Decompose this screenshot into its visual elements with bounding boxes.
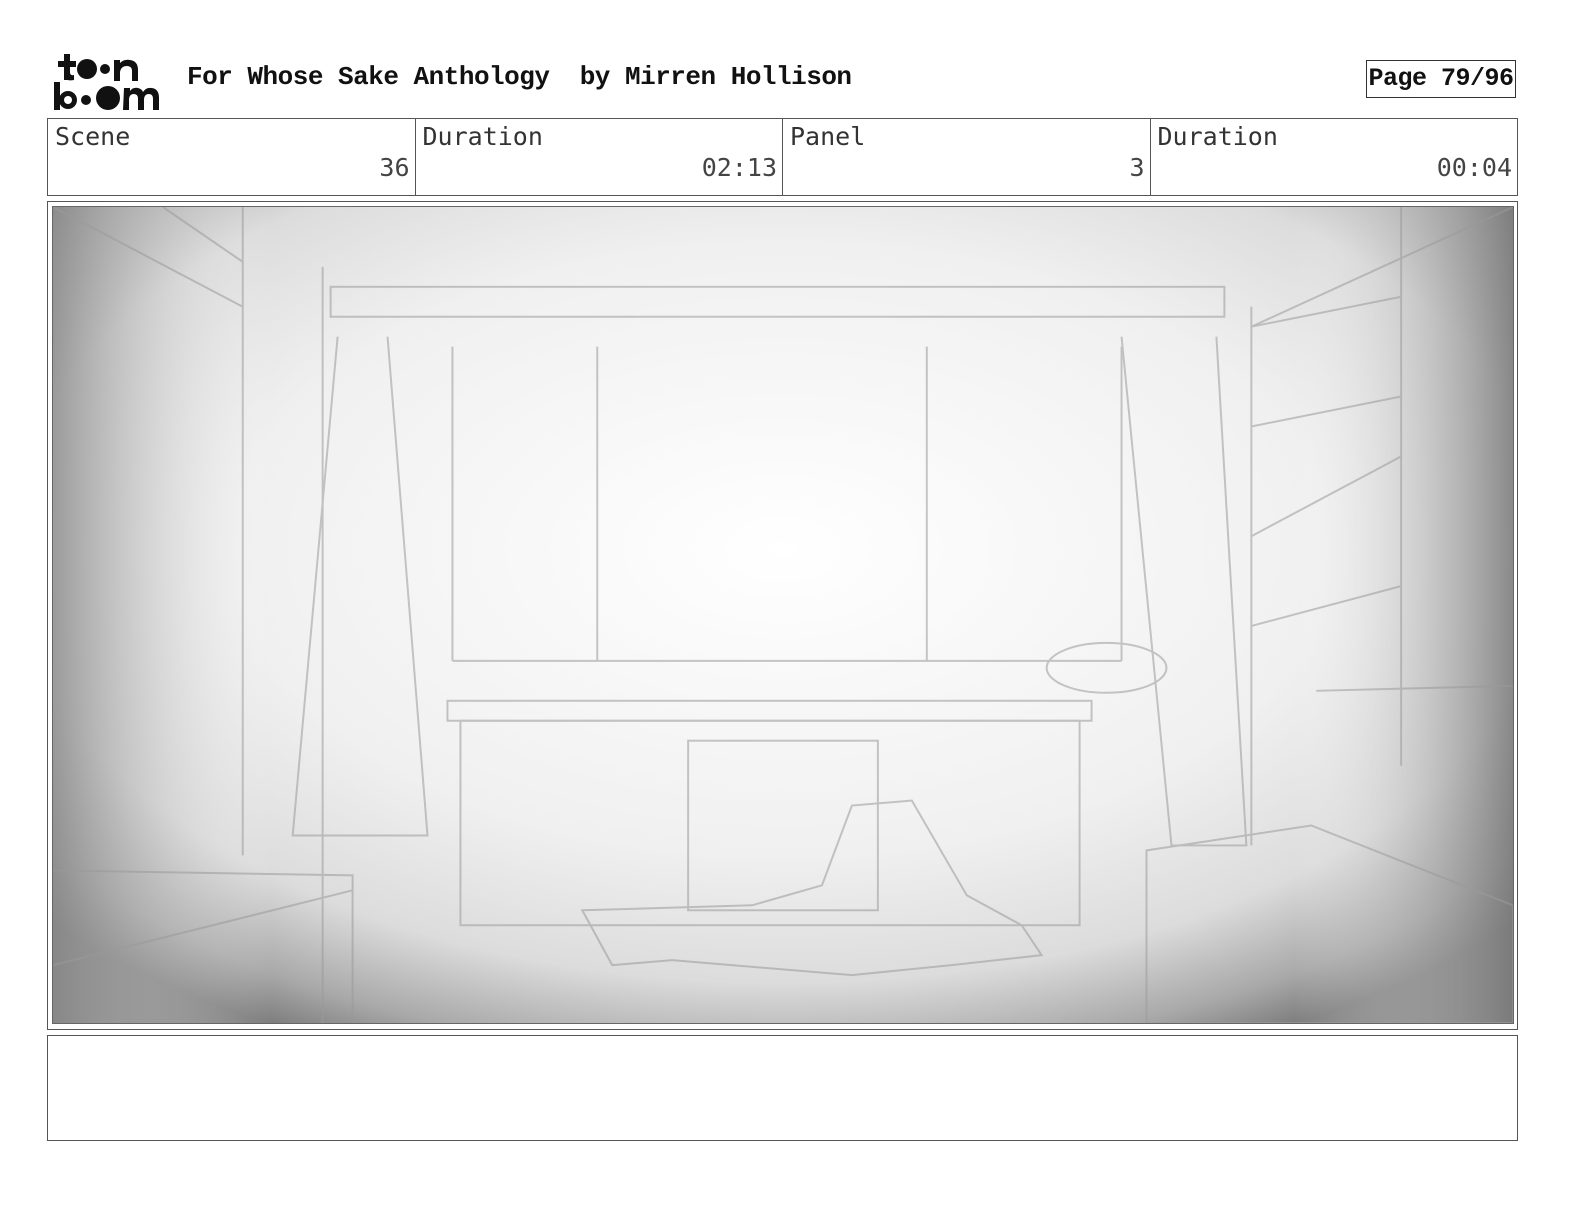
page-number: Page 79/96 (1366, 60, 1516, 98)
scene-duration-cell: Duration 02:13 (416, 119, 783, 195)
panel-value: 3 (1129, 153, 1145, 182)
panel-label: Panel (790, 122, 866, 151)
storyboard-panel-drawing (52, 206, 1514, 1024)
scene-duration-label: Duration (422, 122, 543, 151)
scene-value: 36 (379, 153, 410, 182)
project-title: For Whose Sake Anthology (187, 62, 550, 92)
panel-notes-area (47, 1035, 1518, 1141)
panel-cell: Panel 3 (783, 119, 1151, 195)
toon-boom-logo-icon (54, 54, 159, 110)
room-sketch-image (53, 207, 1513, 1023)
panel-info-row: Scene 36 Duration 02:13 Panel 3 Duration… (47, 118, 1518, 196)
panel-duration-cell: Duration 00:04 (1151, 119, 1518, 195)
scene-duration-value: 02:13 (701, 153, 777, 182)
scene-label: Scene (55, 122, 131, 151)
panel-duration-value: 00:04 (1436, 153, 1512, 182)
panel-duration-label: Duration (1157, 122, 1278, 151)
storyboard-title: For Whose Sake Anthology by Mirren Holli… (187, 62, 852, 92)
toon-boom-logo (52, 50, 164, 112)
author-credit: by Mirren Hollison (579, 62, 852, 92)
scene-cell: Scene 36 (48, 119, 416, 195)
